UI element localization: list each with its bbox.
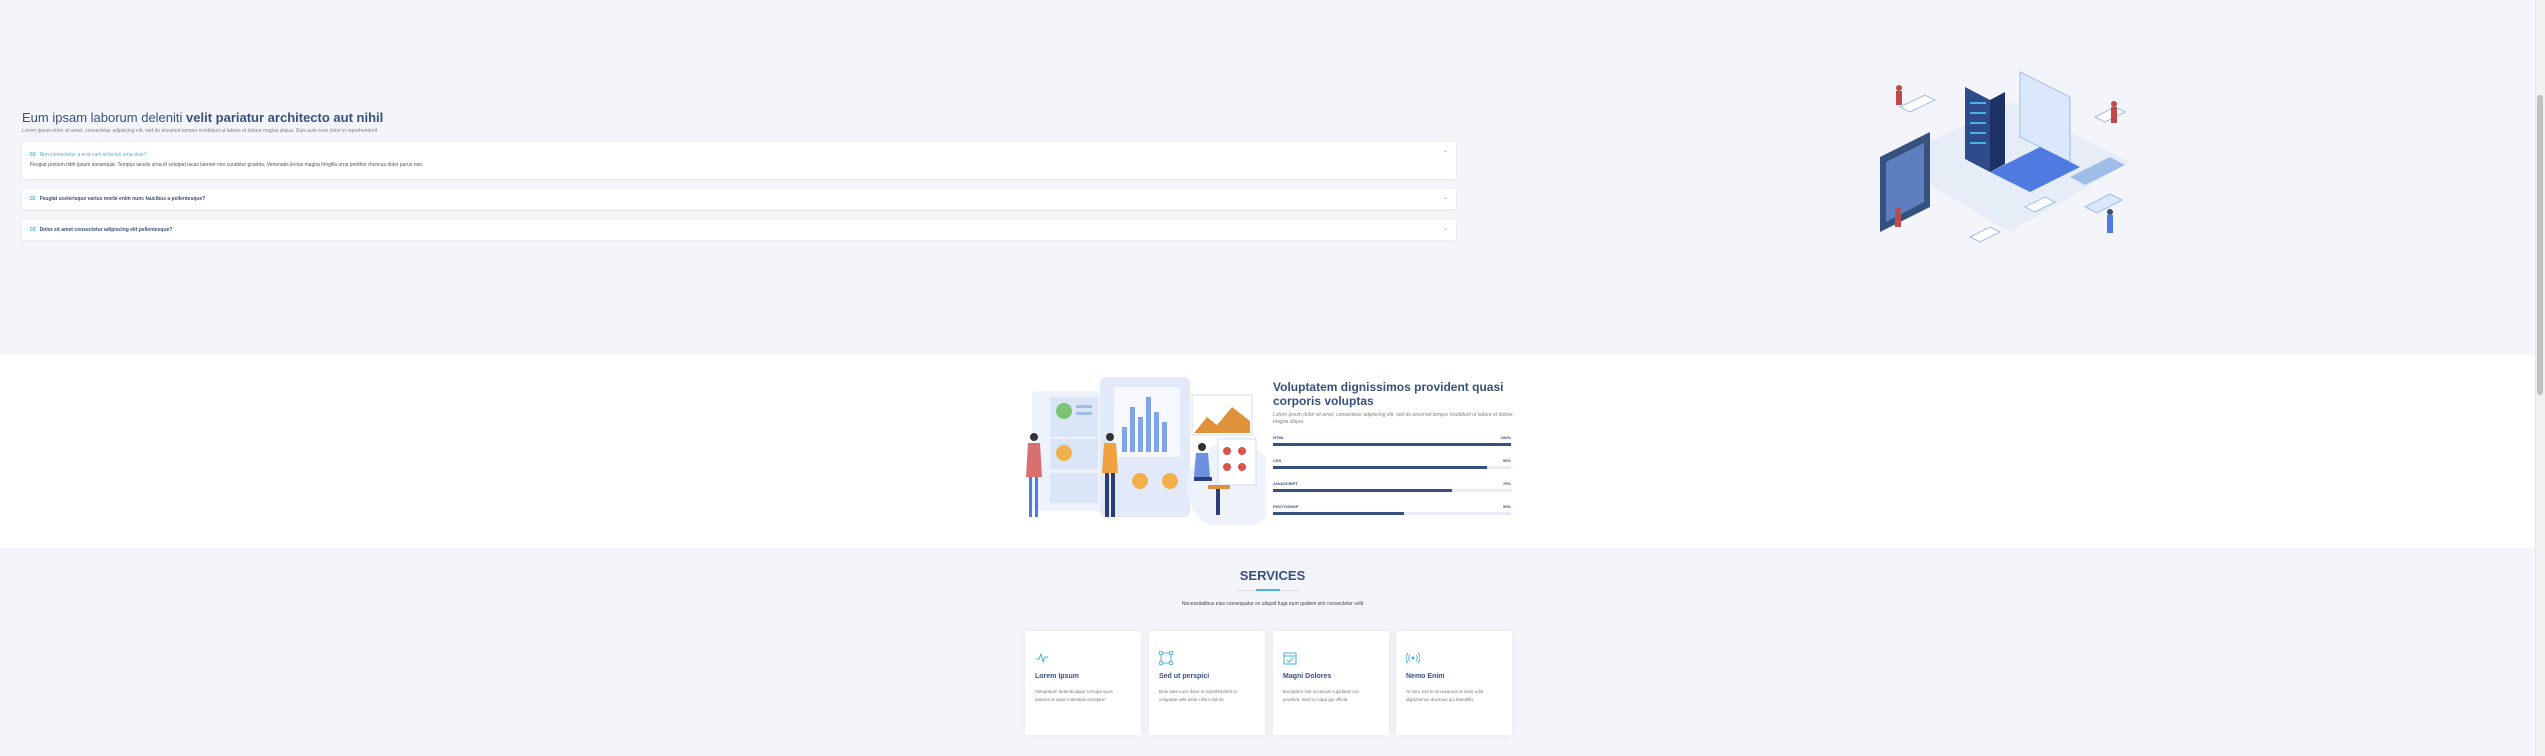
skill-percent: 75% [1502, 481, 1511, 486]
calendar-icon [1283, 652, 1297, 665]
services-section: SERVICES Necessitatibus eius consequatur… [0, 548, 2545, 756]
service-card-4[interactable]: Nemo Enim At vero eos et accusamus et iu… [1396, 631, 1512, 735]
skill-name: HTML [1273, 435, 1285, 440]
service-card-2[interactable]: Sed ut perspici Duis aute irure dolor in… [1149, 631, 1265, 735]
service-card-1[interactable]: Lorem Ipsum Voluptatum deleniti atque co… [1025, 631, 1141, 735]
skill-javascript: JAVASCRIPT 75% [1273, 481, 1511, 492]
progress-fill [1273, 489, 1452, 492]
service-text: Duis aute irure dolor in reprehenderit i… [1159, 689, 1238, 702]
activity-icon [1036, 652, 1048, 664]
faq-number-2: 02 [30, 196, 36, 202]
faq-question-text-3: Dolor sit amet consectetur adipiscing el… [39, 227, 173, 233]
skill-percent: 100% [1500, 435, 1511, 440]
skill-percent: 55% [1502, 504, 1511, 509]
skill-label: JAVASCRIPT 75% [1273, 481, 1511, 486]
faq-question-3[interactable]: 03 Dolor sit amet consectetur adipiscing … [30, 227, 172, 233]
bounding-box-icon [1159, 651, 1173, 665]
title-divider-accent [1256, 589, 1280, 591]
faq-question-text-1: Non consectetur a erat nam at lectus urn… [39, 152, 147, 158]
faq-number-1: 01 [30, 152, 36, 158]
skill-label: PHOTOSHOP 55% [1273, 504, 1511, 509]
progress-fill [1273, 443, 1511, 446]
progress-track [1273, 443, 1511, 446]
faq-item-3[interactable]: 03 Dolor sit amet consectetur adipiscing … [22, 220, 1456, 240]
faq-item-1[interactable]: 01 Non consectetur a erat nam at lectus u… [22, 142, 1456, 179]
service-text: Voluptatum deleniti atque corrupti quos … [1035, 689, 1113, 702]
faq-title-bold: velit pariatur architecto aut nihil [186, 110, 384, 125]
faq-number-3: 03 [30, 227, 36, 233]
skill-label: HTML 100% [1273, 435, 1511, 440]
skills-text: Lorem ipsum dolor sit amet, consectetur … [1273, 412, 1513, 425]
service-title[interactable]: Sed ut perspici [1159, 673, 1209, 680]
skill-name: PHOTOSHOP [1273, 504, 1299, 509]
skill-percent: 90% [1502, 458, 1511, 463]
scrollbar-thumb[interactable] [2537, 95, 2543, 395]
skills-illustration [1026, 377, 1266, 525]
services-title: SERVICES [1239, 568, 1306, 583]
skills-section: Voluptatem dignissimos provident quasi c… [0, 355, 2545, 548]
skill-css: CSS 90% [1273, 458, 1511, 469]
chevron-down-icon[interactable]: ⌄ [1443, 225, 1448, 232]
skill-name: CSS [1273, 458, 1282, 463]
chevron-up-icon[interactable]: ⌃ [1443, 150, 1448, 157]
service-text: Excepteur sint occaecat cupidatat non pr… [1283, 689, 1360, 702]
skill-html: HTML 100% [1273, 435, 1511, 446]
services-subtitle: Necessitatibus eius consequatur ex aliqu… [1181, 601, 1364, 607]
skill-photoshop: PHOTOSHOP 55% [1273, 504, 1511, 515]
faq-section: Eum ipsam laborum deleniti velit pariatu… [0, 0, 2545, 355]
isometric-illustration [1880, 71, 2130, 243]
service-card-3[interactable]: Magni Dolores Excepteur sint occaecat cu… [1273, 631, 1389, 735]
faq-title-start: Eum ipsam laborum deleniti [22, 110, 187, 125]
progress-fill [1273, 466, 1488, 469]
service-title[interactable]: Magni Dolores [1283, 673, 1331, 680]
progress-track [1273, 489, 1511, 492]
faq-title: Eum ipsam laborum deleniti velit pariatu… [22, 110, 383, 125]
progress-track [1273, 466, 1511, 469]
faq-question-1[interactable]: 01 Non consectetur a erat nam at lectus u… [30, 152, 146, 158]
skill-label: CSS 90% [1273, 458, 1511, 463]
broadcast-icon [1406, 652, 1420, 664]
service-title[interactable]: Nemo Enim [1406, 673, 1445, 680]
progress-track [1273, 512, 1511, 515]
faq-question-text-2: Feugiat scelerisque varius morbi enim nu… [39, 196, 206, 202]
faq-subtitle: Lorem ipsum dolor sit amet, consectetur … [22, 128, 378, 134]
faq-item-2[interactable]: 02 Feugiat scelerisque varius morbi enim … [22, 189, 1456, 209]
service-text: At vero eos et accusamus et iusto odio d… [1406, 689, 1484, 702]
progress-fill [1273, 512, 1404, 515]
chevron-down-icon[interactable]: ⌄ [1443, 194, 1448, 201]
skills-title: Voluptatem dignissimos provident quasi c… [1273, 380, 1504, 408]
faq-question-2[interactable]: 02 Feugiat scelerisque varius morbi enim … [30, 196, 205, 202]
skill-name: JAVASCRIPT [1273, 481, 1298, 486]
faq-answer-1: Feugiat pretium nibh ipsum consequat. Te… [30, 162, 424, 168]
service-title[interactable]: Lorem Ipsum [1035, 673, 1079, 680]
